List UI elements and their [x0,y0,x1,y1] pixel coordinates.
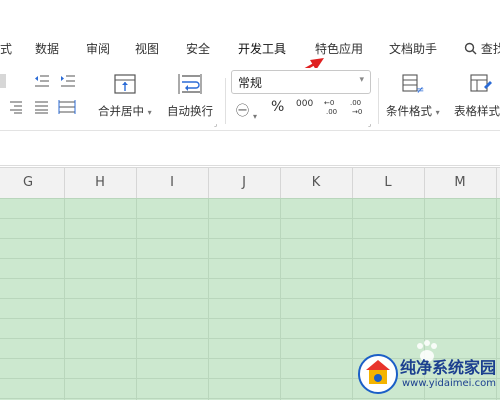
table-style-button[interactable]: 表格样式 [454,103,500,119]
chevron-down-icon: ▾ [359,75,364,85]
column-header-h[interactable]: H [64,168,137,198]
column-header-j[interactable]: J [208,168,281,198]
column-header-row: G H I J K L M [0,167,500,199]
dialog-launcher-icon[interactable]: ⌟ [368,120,371,128]
tab-search[interactable]: 查找 [464,40,500,57]
ribbon-toolbar: 合并居中 ▾ 自动换行 ⌟ 常规 ▾ ㊀ ▾ % 000 ←0 .00 .00 … [0,68,500,131]
watermark-logo: 纯净系统家园 www.yidaimei.com [356,352,496,398]
column-header-m[interactable]: M [424,168,497,198]
conditional-format-icon[interactable]: ≠ [402,74,426,94]
separator [378,78,379,124]
svg-text:.00: .00 [350,99,361,107]
decrease-decimal-icon[interactable]: .00 →0 [350,98,368,116]
tab-formula[interactable]: 式 [0,40,12,57]
merge-center-icon[interactable] [114,74,136,94]
increase-decimal-icon[interactable]: ←0 .00 [324,98,342,116]
thousands-separator-button[interactable]: 000 [296,99,313,109]
svg-text:.00: .00 [326,108,337,116]
svg-text:←0: ←0 [324,99,334,107]
tab-data[interactable]: 数据 [35,40,59,57]
chevron-down-icon: ▾ [147,108,152,117]
dialog-launcher-icon[interactable]: ⌟ [214,120,217,128]
merge-center-button[interactable]: 合并居中 ▾ [98,103,152,119]
distributed-align-icon[interactable] [58,100,76,114]
watermark-title: 纯净系统家园 [400,358,497,377]
search-icon [464,42,477,55]
number-format-value: 常规 [238,76,263,90]
watermark-url: www.yidaimei.com [402,378,496,389]
chevron-down-icon[interactable]: ▾ [253,104,257,123]
formula-bar[interactable] [0,131,500,166]
percent-button[interactable]: % [271,99,284,115]
merge-center-label: 合并居中 [98,104,144,118]
align-right-icon[interactable] [8,100,22,114]
tab-view[interactable]: 视图 [135,40,159,57]
wrap-text-icon[interactable] [178,74,202,94]
chevron-down-icon: ▾ [435,108,440,117]
indent-decrease-icon[interactable] [34,74,50,88]
column-header-g[interactable]: G [0,168,65,198]
tab-review[interactable]: 审阅 [86,40,110,57]
tab-doc-assistant[interactable]: 文档助手 [389,40,437,57]
conditional-format-label: 条件格式 [386,104,432,118]
justify-icon[interactable] [34,100,48,114]
svg-text:→0: →0 [352,108,362,116]
align-selected-icon[interactable] [0,74,6,88]
column-header-k[interactable]: K [280,168,353,198]
column-header-i[interactable]: I [136,168,209,198]
tab-security[interactable]: 安全 [186,40,210,57]
brand-logo-icon [358,354,398,394]
wrap-text-button[interactable]: 自动换行 [167,103,213,119]
tab-search-label: 查找 [480,42,500,56]
currency-icon[interactable]: ㊀ [236,100,249,119]
ribbon-tab-bar: 式 数据 审阅 视图 安全 开发工具 特色应用 文档助手 查找 [0,28,500,68]
table-style-icon[interactable] [470,74,494,94]
indent-increase-icon[interactable] [60,74,76,88]
number-format-select[interactable]: 常规 ▾ [231,70,371,94]
column-header-l[interactable]: L [352,168,425,198]
svg-text:≠: ≠ [416,85,424,94]
conditional-format-button[interactable]: 条件格式 ▾ [386,103,440,119]
separator [225,78,226,124]
